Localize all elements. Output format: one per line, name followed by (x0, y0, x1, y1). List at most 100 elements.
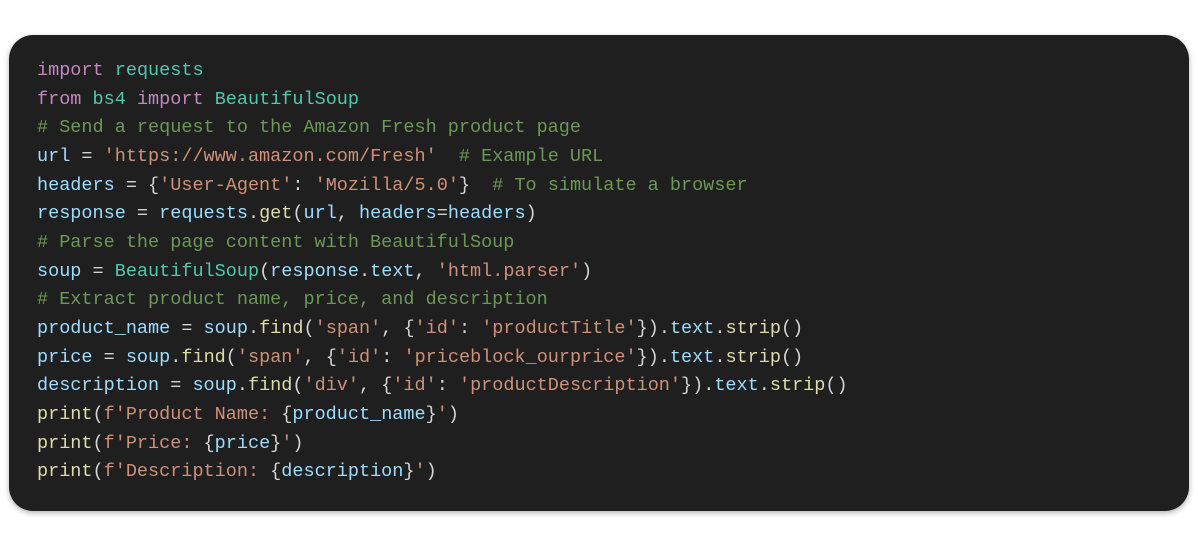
colon: : (459, 318, 481, 339)
colon: : (381, 347, 403, 368)
string-literal: 'id' (392, 375, 436, 396)
attr-text: text (714, 375, 758, 396)
paren: ( (304, 318, 315, 339)
line-15: print(f'Description: {description}') (37, 461, 437, 482)
var-description: description (281, 461, 403, 482)
string-literal: 'span' (237, 347, 304, 368)
line-6: response = requests.get(url, headers=hea… (37, 203, 537, 224)
var-soup: soup (204, 318, 248, 339)
operator: = (81, 261, 114, 282)
attr-text: text (670, 347, 714, 368)
keyword-import: import (137, 89, 204, 110)
line-5: headers = {'User-Agent': 'Mozilla/5.0'} … (37, 175, 748, 196)
comment: # Example URL (437, 146, 604, 167)
comma: , { (381, 318, 414, 339)
fn-get: get (259, 203, 292, 224)
fn-find: find (181, 347, 225, 368)
fn-print: print (37, 404, 93, 425)
brace: } (270, 433, 281, 454)
string-literal: 'id' (415, 318, 459, 339)
paren: }). (681, 375, 714, 396)
fn-print: print (37, 433, 93, 454)
paren: ) (581, 261, 592, 282)
var-url: url (37, 146, 70, 167)
comment: # Extract product name, price, and descr… (37, 289, 548, 310)
string-literal: 'productTitle' (481, 318, 636, 339)
fn-strip: strip (725, 347, 781, 368)
string-literal: 'productDescription' (459, 375, 681, 396)
fstring: f'Product Name: (104, 404, 282, 425)
brace: } (403, 461, 414, 482)
brace: { (204, 433, 215, 454)
fn-find: find (259, 318, 303, 339)
operator: = (170, 318, 203, 339)
comma: , { (304, 347, 337, 368)
paren: }). (637, 347, 670, 368)
fstring-end: ' (437, 404, 448, 425)
attr-text: text (370, 261, 414, 282)
line-1: import requests (37, 60, 204, 81)
keyword-from: from (37, 89, 81, 110)
string-literal: 'User-Agent' (159, 175, 292, 196)
module-requests: requests (115, 60, 204, 81)
arg-headers: headers (448, 203, 526, 224)
keyword-import: import (37, 60, 104, 81)
var-description: description (37, 375, 159, 396)
dot: . (248, 318, 259, 339)
line-7: # Parse the page content with BeautifulS… (37, 232, 514, 253)
dot: . (248, 203, 259, 224)
string-literal: 'https://www.amazon.com/Fresh' (104, 146, 437, 167)
string-literal: 'id' (337, 347, 381, 368)
class-beautifulsoup: BeautifulSoup (215, 89, 359, 110)
line-9: # Extract product name, price, and descr… (37, 289, 548, 310)
dot: . (359, 261, 370, 282)
operator: = (437, 203, 448, 224)
kwarg-headers: headers (359, 203, 437, 224)
line-14: print(f'Price: {price}') (37, 433, 304, 454)
fn-print: print (37, 461, 93, 482)
var-soup: soup (192, 375, 236, 396)
var-product-name: product_name (37, 318, 170, 339)
paren: ( (259, 261, 270, 282)
paren: ( (226, 347, 237, 368)
brace: { (270, 461, 281, 482)
operator: } (459, 175, 470, 196)
paren: () (781, 347, 803, 368)
var-price: price (215, 433, 271, 454)
string-literal: 'html.parser' (437, 261, 581, 282)
line-4: url = 'https://www.amazon.com/Fresh' # E… (37, 146, 603, 167)
fstring-end: ' (415, 461, 426, 482)
line-2: from bs4 import BeautifulSoup (37, 89, 359, 110)
paren: }). (637, 318, 670, 339)
comment: # Parse the page content with BeautifulS… (37, 232, 514, 253)
dot: . (759, 375, 770, 396)
var-product-name: product_name (292, 404, 425, 425)
fstring: f'Description: (104, 461, 271, 482)
fn-find: find (248, 375, 292, 396)
var-response: response (37, 203, 126, 224)
operator: = { (115, 175, 159, 196)
operator: = (93, 347, 126, 368)
line-10: product_name = soup.find('span', {'id': … (37, 318, 803, 339)
paren: ( (292, 375, 303, 396)
class-beautifulsoup: BeautifulSoup (115, 261, 259, 282)
string-literal: 'div' (304, 375, 360, 396)
paren: ( (93, 461, 104, 482)
attr-text: text (670, 318, 714, 339)
paren: ) (292, 433, 303, 454)
code-block[interactable]: import requests from bs4 import Beautifu… (9, 35, 1189, 511)
var-soup: soup (126, 347, 170, 368)
string-literal: 'span' (315, 318, 382, 339)
var-soup: soup (37, 261, 81, 282)
operator: = (159, 375, 192, 396)
operator: = (70, 146, 103, 167)
line-3: # Send a request to the Amazon Fresh pro… (37, 117, 581, 138)
line-13: print(f'Product Name: {product_name}') (37, 404, 459, 425)
colon: : (437, 375, 459, 396)
var-headers: headers (37, 175, 115, 196)
comma: , (415, 261, 437, 282)
line-11: price = soup.find('span', {'id': 'priceb… (37, 347, 803, 368)
fn-strip: strip (770, 375, 826, 396)
paren: () (825, 375, 847, 396)
paren: ( (93, 404, 104, 425)
